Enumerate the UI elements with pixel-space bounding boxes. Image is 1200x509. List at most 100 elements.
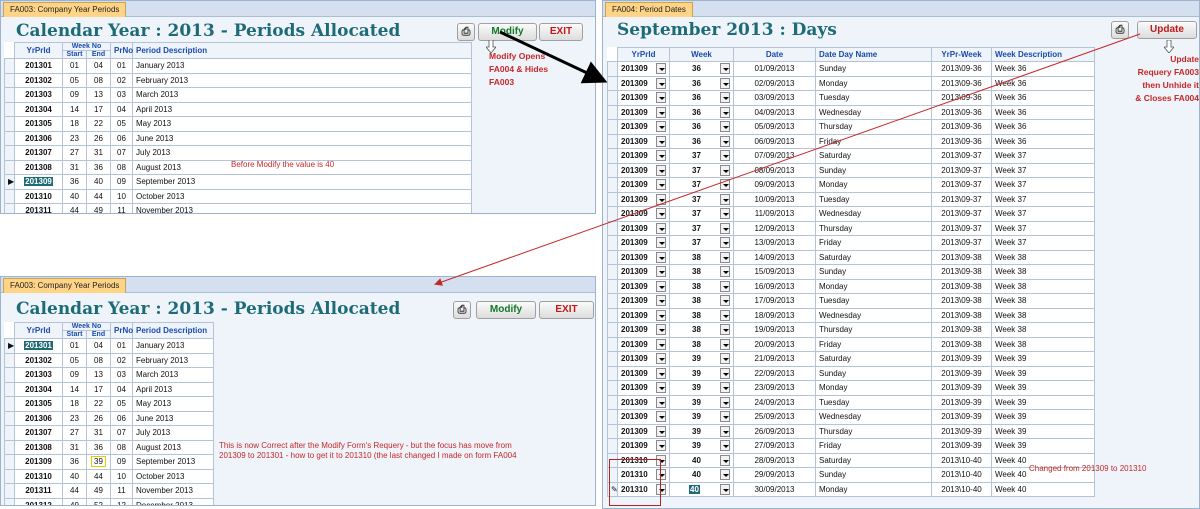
dropdown-arrow-icon[interactable]: [720, 382, 730, 394]
cell-week-start[interactable]: 31: [62, 159, 87, 175]
week-combo[interactable]: 40: [673, 454, 730, 466]
cell-period-description[interactable]: January 2013: [132, 58, 472, 74]
cell-day-name[interactable]: Friday: [815, 438, 932, 454]
cell-yrprid-combo[interactable]: 201309: [617, 409, 670, 425]
cell-week-combo[interactable]: 38: [669, 336, 734, 352]
cell-period-description[interactable]: February 2013: [132, 352, 214, 368]
row-selector[interactable]: [607, 351, 618, 367]
cell-week-start[interactable]: 36: [62, 174, 87, 190]
cell-yrpr-week[interactable]: 2013\09-39: [931, 380, 992, 396]
week-combo[interactable]: 38: [673, 266, 730, 278]
cell-yrprid[interactable]: 201308: [14, 159, 63, 175]
table-row[interactable]: 201309 39 27/09/2013 Friday 2013\09-39 Week 3…: [607, 438, 1095, 454]
cell-week-combo[interactable]: 38: [669, 293, 734, 309]
cell-yrpr-week[interactable]: 2013\09-38: [931, 264, 992, 280]
cell-week-description[interactable]: Week 37: [991, 162, 1095, 178]
cell-week-end[interactable]: 31: [86, 425, 111, 441]
table-row[interactable]: 201302 05 08 02 February 2013: [4, 352, 214, 368]
cell-yrpr-week[interactable]: 2013\10-40: [931, 467, 992, 483]
row-selector[interactable]: [607, 220, 618, 236]
row-selector[interactable]: [4, 352, 15, 368]
cell-prno[interactable]: 12: [110, 497, 133, 505]
row-selector[interactable]: [607, 235, 618, 251]
cell-prno[interactable]: 10: [110, 468, 133, 484]
cell-prno[interactable]: 03: [110, 367, 133, 383]
yrprid-combo[interactable]: 201309: [621, 208, 666, 220]
dropdown-arrow-icon[interactable]: [656, 411, 666, 423]
row-selector[interactable]: [4, 58, 15, 74]
cell-day-name[interactable]: Tuesday: [815, 293, 932, 309]
yrprid-combo[interactable]: 201309: [621, 77, 666, 89]
table-row[interactable]: 201311 44 49 11 November 2013: [4, 483, 214, 499]
row-selector[interactable]: [4, 396, 15, 412]
cell-day-name[interactable]: Sunday: [815, 61, 932, 77]
dropdown-arrow-icon[interactable]: [656, 425, 666, 437]
cell-week-combo[interactable]: 36: [669, 133, 734, 149]
dropdown-arrow-icon[interactable]: [720, 63, 730, 75]
dropdown-arrow-icon[interactable]: [720, 425, 730, 437]
cell-week-end[interactable]: 31: [86, 145, 111, 161]
row-selector[interactable]: [4, 367, 15, 383]
cell-yrprid-combo[interactable]: 201309: [617, 119, 670, 135]
dropdown-arrow-icon[interactable]: [656, 367, 666, 379]
cell-yrprid-combo[interactable]: 201309: [617, 293, 670, 309]
cell-prno[interactable]: 02: [110, 352, 133, 368]
cell-day-name[interactable]: Monday: [815, 75, 932, 91]
table-row[interactable]: 201306 23 26 06 June 2013: [4, 410, 214, 426]
week-combo[interactable]: 39: [673, 382, 730, 394]
dropdown-arrow-icon[interactable]: [720, 92, 730, 104]
cell-week-combo[interactable]: 38: [669, 278, 734, 294]
cell-week-end[interactable]: 36: [86, 159, 111, 175]
cell-period-description[interactable]: July 2013: [132, 425, 214, 441]
cell-yrprid-combo[interactable]: 201309: [617, 162, 670, 178]
cell-day-name[interactable]: Saturday: [815, 351, 932, 367]
cell-week-combo[interactable]: 39: [669, 409, 734, 425]
table-row[interactable]: 201307 27 31 07 July 2013: [4, 145, 472, 161]
cell-yrprid-combo[interactable]: 201309: [617, 133, 670, 149]
cell-yrpr-week[interactable]: 2013\09-36: [931, 61, 992, 77]
cell-week-description[interactable]: Week 38: [991, 249, 1095, 265]
dropdown-arrow-icon[interactable]: [720, 121, 730, 133]
row-selector[interactable]: [607, 278, 618, 294]
cell-date[interactable]: 08/09/2013: [733, 162, 816, 178]
yrprid-combo[interactable]: 201309: [621, 237, 666, 249]
cell-date[interactable]: 27/09/2013: [733, 438, 816, 454]
dropdown-arrow-icon[interactable]: [720, 179, 730, 191]
table-row[interactable]: 201309 36 01/09/2013 Sunday 2013\09-36 Week 3…: [607, 61, 1095, 77]
table-row[interactable]: 201304 14 17 04 April 2013: [4, 381, 214, 397]
dropdown-arrow-icon[interactable]: [656, 121, 666, 133]
cell-date[interactable]: 20/09/2013: [733, 336, 816, 352]
yrprid-combo[interactable]: 201309: [621, 411, 666, 423]
cell-yrprid[interactable]: 201310: [14, 468, 63, 484]
yrprid-combo[interactable]: 201309: [621, 280, 666, 292]
cell-day-name[interactable]: Thursday: [815, 423, 932, 439]
cell-yrprid[interactable]: 201303: [14, 367, 63, 383]
table-row[interactable]: 201309 39 21/09/2013 Saturday 2013\09-39 Week…: [607, 351, 1095, 367]
table-row[interactable]: 201309 37 10/09/2013 Tuesday 2013\09-37 Week …: [607, 191, 1095, 207]
cell-week-description[interactable]: Week 37: [991, 206, 1095, 222]
table-row[interactable]: 201309 36 39 09 September 2013: [4, 454, 214, 470]
cell-yrpr-week[interactable]: 2013\10-40: [931, 452, 992, 468]
week-combo[interactable]: 38: [673, 295, 730, 307]
cell-yrprid[interactable]: 201307: [14, 145, 63, 161]
table-row[interactable]: 201307 27 31 07 July 2013: [4, 425, 214, 441]
cell-period-description[interactable]: November 2013: [132, 483, 214, 499]
dropdown-arrow-icon[interactable]: [720, 483, 730, 495]
cell-date[interactable]: 26/09/2013: [733, 423, 816, 439]
week-combo[interactable]: 39: [673, 396, 730, 408]
dropdown-arrow-icon[interactable]: [656, 63, 666, 75]
cell-yrpr-week[interactable]: 2013\09-37: [931, 191, 992, 207]
cell-period-description[interactable]: August 2013: [132, 439, 214, 455]
cell-week-combo[interactable]: 38: [669, 307, 734, 323]
week-combo[interactable]: 39: [673, 425, 730, 437]
table-row[interactable]: 201306 23 26 06 June 2013: [4, 130, 472, 146]
week-combo[interactable]: 38: [673, 338, 730, 350]
cell-date[interactable]: 30/09/2013: [733, 481, 816, 497]
cell-week-description[interactable]: Week 38: [991, 336, 1095, 352]
cell-week-start[interactable]: 05: [62, 72, 87, 88]
cell-day-name[interactable]: Friday: [815, 336, 932, 352]
dropdown-arrow-icon[interactable]: [656, 150, 666, 162]
cell-period-description[interactable]: June 2013: [132, 410, 214, 426]
cell-week-end[interactable]: 04: [86, 338, 111, 354]
cell-day-name[interactable]: Monday: [815, 481, 932, 497]
